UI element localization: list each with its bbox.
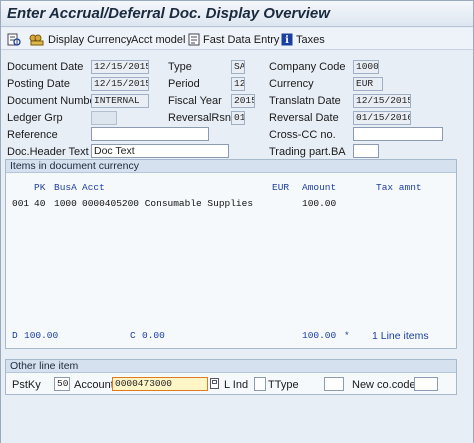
ledger-grp-field[interactable] <box>91 111 117 125</box>
items-in-document-currency-group: Items in document currency PK BusA Acct … <box>5 159 457 349</box>
pstky-field[interactable]: 50 <box>54 377 70 391</box>
column-header-amount: Amount <box>302 182 337 193</box>
value-help-icon[interactable] <box>210 378 220 390</box>
fast-data-entry-icon <box>188 33 200 46</box>
debit-label: D <box>12 330 18 341</box>
document-date-label: Document Date <box>7 61 84 73</box>
l-ind-field[interactable] <box>254 377 266 391</box>
reversal-date-field[interactable]: 01/15/2016 <box>353 111 411 125</box>
debit-total: 100.00 <box>24 330 59 341</box>
trading-part-ba-label: Trading part.BA <box>269 146 346 158</box>
reference-label: Reference <box>7 129 58 141</box>
column-header-acct: Acct <box>82 182 105 193</box>
row-acct: 0000405200 Consumable Supplies <box>82 198 254 209</box>
column-header-eur: EUR <box>272 182 290 193</box>
title-bar: Enter Accrual/Deferral Doc. Display Over… <box>1 1 473 27</box>
taxes-label: Taxes <box>296 33 325 46</box>
new-cocode-field[interactable] <box>414 377 438 391</box>
other-line-item-title: Other line item <box>6 360 456 373</box>
translatn-date-field[interactable]: 12/15/2015 <box>353 94 411 108</box>
company-code-field[interactable]: 1000 <box>353 60 379 74</box>
document-number-label: Document Number <box>7 95 100 107</box>
reversal-rsn-label: ReversalRsn <box>168 112 231 124</box>
ledger-grp-label: Ledger Grp <box>7 112 63 124</box>
company-code-label: Company Code <box>269 61 346 73</box>
display-doc-icon <box>7 33 21 46</box>
column-header-pk: PK <box>34 182 46 193</box>
balance-indicator: * <box>344 330 350 341</box>
application-toolbar: Display Currency Acct model Fast Data En… <box>1 28 473 50</box>
balance-total: 100.00 <box>302 330 337 341</box>
acct-model-button[interactable]: Acct model <box>131 32 185 47</box>
type-field[interactable]: SA <box>231 60 245 74</box>
cross-cc-no-field[interactable] <box>353 127 443 141</box>
line-items-count: 1 Line items <box>372 330 429 342</box>
pstky-label: PstKy <box>12 379 41 391</box>
page-title: Enter Accrual/Deferral Doc. Display Over… <box>7 5 330 22</box>
row-amount: 100.00 <box>302 198 337 209</box>
document-content: Document Date 12/15/2015 Posting Date 12… <box>1 51 473 443</box>
acct-model-label: Acct model <box>131 33 186 46</box>
cross-cc-no-label: Cross-CC no. <box>269 129 336 141</box>
account-field[interactable]: 0000473000 <box>112 377 208 391</box>
reversal-rsn-field[interactable]: 01 <box>231 111 245 125</box>
row-pk: 40 <box>34 198 46 209</box>
display-doc-button[interactable] <box>7 32 24 47</box>
app-window: Enter Accrual/Deferral Doc. Display Over… <box>0 0 474 443</box>
svg-text:i: i <box>285 35 289 46</box>
currency-label: Currency <box>269 78 314 90</box>
row-number: 001 <box>12 198 30 209</box>
column-header-tax-amnt: Tax amnt <box>376 182 422 193</box>
translatn-date-label: Translatn Date <box>269 95 341 107</box>
info-icon: i <box>281 33 293 46</box>
type-label: Type <box>168 61 192 73</box>
document-date-field[interactable]: 12/15/2015 <box>91 60 149 74</box>
ttype-field[interactable] <box>324 377 344 391</box>
trading-part-ba-field[interactable] <box>353 144 379 158</box>
fiscal-year-label: Fiscal Year <box>168 95 222 107</box>
document-number-field[interactable]: INTERNAL <box>91 94 149 108</box>
display-currency-button[interactable]: Display Currency <box>29 32 132 47</box>
new-cocode-label: New co.code <box>352 379 416 391</box>
doc-header-text-field[interactable]: Doc Text <box>91 144 229 158</box>
reference-field[interactable] <box>91 127 209 141</box>
fast-data-entry-label: Fast Data Entry <box>203 33 280 46</box>
taxes-button[interactable]: i Taxes <box>281 32 325 47</box>
period-label: Period <box>168 78 200 90</box>
column-header-busa: BusA <box>54 182 77 193</box>
posting-date-field[interactable]: 12/15/2015 <box>91 77 149 91</box>
display-currency-label: Display Currency <box>48 33 132 46</box>
posting-date-label: Posting Date <box>7 78 70 90</box>
credit-label: C <box>130 330 136 341</box>
period-field[interactable]: 12 <box>231 77 245 91</box>
currency-icon <box>29 34 44 46</box>
ttype-label: TType <box>268 379 299 391</box>
account-label: Account <box>74 379 114 391</box>
row-busa: 1000 <box>54 198 77 209</box>
other-line-item-group: Other line item PstKy 50 Account 0000473… <box>5 359 457 395</box>
reversal-date-label: Reversal Date <box>269 112 339 124</box>
items-group-title: Items in document currency <box>6 160 456 173</box>
currency-field[interactable]: EUR <box>353 77 383 91</box>
l-ind-label: L Ind <box>224 379 249 391</box>
fiscal-year-field[interactable]: 2015 <box>231 94 255 108</box>
fast-data-entry-button[interactable]: Fast Data Entry <box>188 32 279 47</box>
credit-total: 0.00 <box>142 330 165 341</box>
doc-header-text-label: Doc.Header Text <box>7 146 89 158</box>
